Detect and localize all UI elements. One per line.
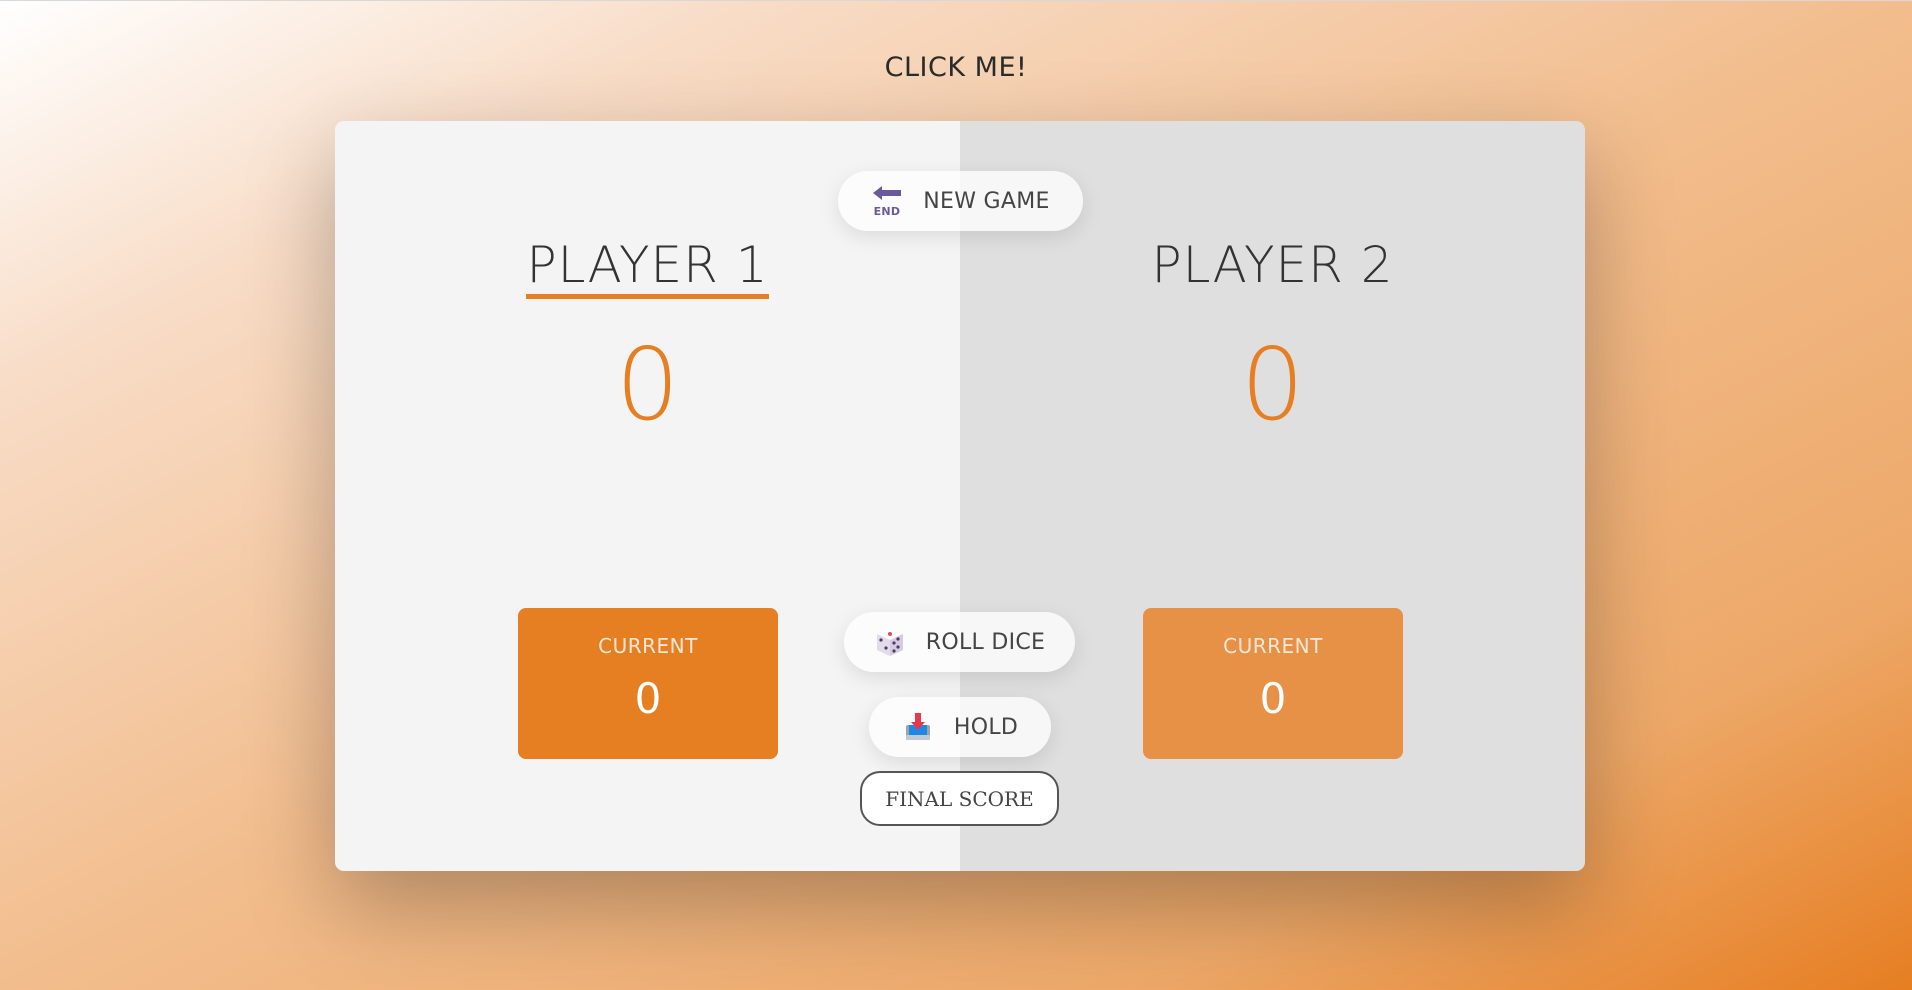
player-1-current-box: CURRENT 0 [518, 608, 778, 759]
hold-button[interactable]: HOLD [869, 697, 1051, 757]
new-game-button[interactable]: END NEW GAME [838, 171, 1083, 231]
top-border [0, 0, 1912, 1]
player-1-current-score: 0 [634, 674, 662, 723]
click-me-link[interactable]: CLICK ME! [0, 52, 1912, 83]
player-2-name-text: PLAYER 2 [1151, 236, 1394, 294]
player-2-current-label: CURRENT [1223, 634, 1323, 658]
player-1-panel: PLAYER 1 0 CURRENT 0 [335, 121, 960, 871]
roll-dice-label: ROLL DICE [925, 629, 1046, 655]
player-1-total-score: 0 [615, 326, 680, 443]
final-score-button[interactable]: FINAL SCORE [860, 771, 1059, 826]
player-2-total-score: 0 [1240, 326, 1305, 443]
hold-label: HOLD [953, 714, 1019, 740]
player-2-current-box: CURRENT 0 [1143, 608, 1403, 759]
end-arrow-icon: END [871, 185, 903, 218]
game-board: PLAYER 1 0 CURRENT 0 PLAYER 2 0 CURRENT … [335, 121, 1585, 871]
player-1-name-text: PLAYER 1 [526, 236, 769, 299]
player-2-name: PLAYER 2 [960, 236, 1585, 294]
player-1-current-label: CURRENT [598, 634, 698, 658]
svg-text:END: END [874, 205, 901, 217]
dice-icon [874, 626, 906, 658]
player-1-name: PLAYER 1 [335, 236, 960, 299]
new-game-label: NEW GAME [923, 188, 1050, 214]
player-2-current-score: 0 [1259, 674, 1287, 723]
player-2-panel: PLAYER 2 0 CURRENT 0 [960, 121, 1585, 871]
roll-dice-button[interactable]: ROLL DICE [844, 612, 1075, 672]
inbox-tray-icon [902, 711, 934, 743]
